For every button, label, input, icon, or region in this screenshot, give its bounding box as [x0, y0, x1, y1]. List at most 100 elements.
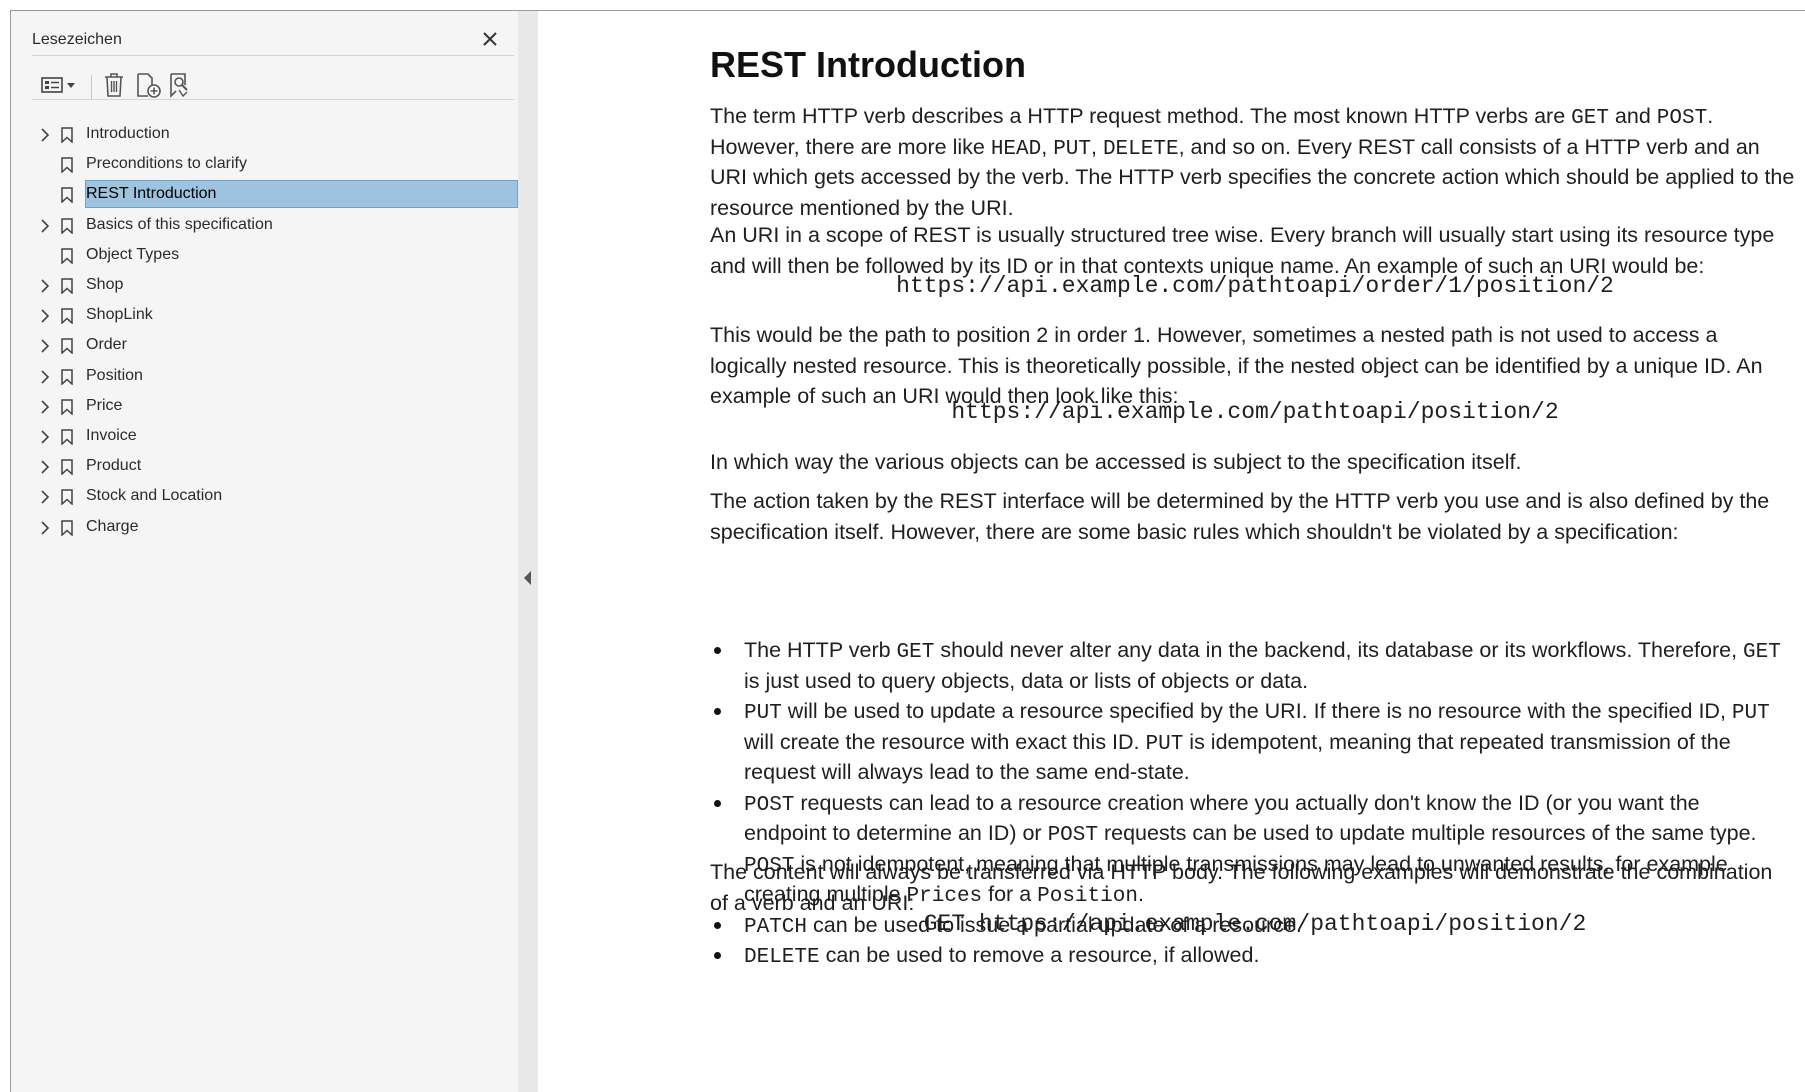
- text-run: The term HTTP verb describes a HTTP requ…: [710, 104, 1572, 128]
- text-run: endpoint to determine an ID) or: [744, 821, 1048, 845]
- chevron-right-icon[interactable]: [39, 219, 51, 233]
- bookmark-icon: [61, 278, 73, 294]
- bookmark-label: Product: [86, 457, 142, 475]
- inline-code: GET: [896, 641, 935, 664]
- list-item: DELETE can be used to remove a resource,…: [710, 940, 1800, 971]
- text-line: endpoint to determine an ID) or POST req…: [744, 818, 1800, 849]
- bookmark-icon: [61, 187, 73, 204]
- pdf-viewer-window: Lesezeichen Introduction Preconditions t…: [0, 0, 1805, 1092]
- bookmark-item[interactable]: ShopLink: [11, 300, 518, 330]
- paragraph-examples: The content will always be transferred v…: [710, 857, 1800, 918]
- list-item: The HTTP verb GET should never alter any…: [710, 635, 1800, 696]
- text-line: request will always lead to the same end…: [744, 757, 1800, 788]
- chevron-right-icon[interactable]: [39, 521, 51, 535]
- bullet-icon: [714, 708, 721, 715]
- text-line: The content will always be transferred v…: [710, 857, 1800, 888]
- bookmark-icon: [61, 217, 73, 234]
- bullet-icon: [714, 799, 721, 807]
- inline-code: HEAD: [990, 137, 1042, 161]
- chevron-right-icon[interactable]: [39, 460, 51, 474]
- text-line: This would be the path to position 2 in …: [710, 320, 1800, 351]
- bookmark-icon: [61, 308, 73, 325]
- bookmark-item[interactable]: Product: [11, 451, 518, 481]
- chevron-right-icon[interactable]: [39, 370, 51, 384]
- inline-code: POST: [1047, 824, 1098, 847]
- new-bookmark-icon: [137, 73, 161, 98]
- bookmark-item[interactable]: Invoice: [11, 421, 518, 451]
- text-run: This would be the path to position 2 in …: [710, 323, 1718, 347]
- text-run: ,: [1091, 134, 1103, 159]
- bookmark-item[interactable]: Stock and Location: [11, 481, 518, 511]
- bookmark-icon: [61, 368, 73, 385]
- bookmark-label: Shop: [86, 276, 124, 293]
- text-run: An URI in a scope of REST is usually str…: [710, 223, 1775, 247]
- options-menu-button[interactable]: [39, 72, 79, 98]
- bookmark-item[interactable]: Order: [11, 330, 518, 360]
- bookmark-item[interactable]: Charge: [11, 512, 518, 542]
- text-run: The action taken by the REST interface w…: [710, 489, 1770, 513]
- text-line: DELETE can be used to remove a resource,…: [744, 940, 1800, 971]
- example-url-nested: https://api.example.com/pathtoapi/order/…: [896, 273, 1614, 299]
- find-bookmark-icon: [170, 73, 188, 98]
- inline-code: POST: [744, 793, 795, 817]
- list-item: PUT will be used to update a resource sp…: [710, 696, 1800, 788]
- inline-code: PUT: [1731, 702, 1770, 725]
- document-view[interactable]: REST Introduction The term HTTP verb des…: [538, 11, 1805, 1092]
- bookmark-item[interactable]: Shop: [11, 270, 518, 300]
- bookmarks-panel: Lesezeichen Introduction Preconditions t…: [11, 11, 518, 1092]
- collapse-panel-icon[interactable]: [524, 571, 531, 585]
- delete-bookmark-button[interactable]: [101, 72, 127, 98]
- bookmark-item[interactable]: Price: [11, 391, 518, 421]
- bookmark-icon: [61, 248, 73, 264]
- bookmark-item[interactable]: Preconditions to clarify: [11, 149, 518, 179]
- delete-icon: [105, 73, 123, 97]
- bookmark-icon: [61, 127, 73, 143]
- bookmark-label: Charge: [86, 517, 139, 535]
- chevron-right-icon[interactable]: [39, 279, 51, 293]
- bookmark-item[interactable]: REST Introduction: [11, 179, 518, 209]
- text-line: specification itself. However, there are…: [710, 517, 1800, 548]
- text-run: specification itself. However, there are…: [710, 519, 1679, 544]
- paragraph-rules-intro: The action taken by the REST interface w…: [710, 486, 1800, 547]
- inline-code: PUT: [1053, 137, 1091, 161]
- bookmark-icon: [61, 519, 73, 536]
- new-bookmark-button[interactable]: [134, 72, 162, 98]
- text-run: should never alter any data in the backe…: [934, 638, 1744, 662]
- bookmark-icon: [61, 157, 73, 174]
- bookmark-label: Stock and Location: [86, 487, 223, 505]
- bookmark-label: Invoice: [86, 427, 137, 444]
- bookmark-icon: [61, 338, 73, 355]
- text-line: PUT will be used to update a resource sp…: [744, 696, 1800, 727]
- text-run: can be used to remove a resource, if all…: [819, 943, 1260, 967]
- text-run: requests can lead to a resource creation…: [794, 790, 1700, 815]
- text-run: However, there are more like: [710, 134, 991, 159]
- text-run: is idempotent, meaning that repeated tra…: [1183, 729, 1731, 754]
- bookmark-item[interactable]: Position: [11, 361, 518, 391]
- panel-splitter[interactable]: [518, 11, 538, 1092]
- find-current-bookmark-button[interactable]: [166, 72, 194, 98]
- bookmark-icon: [61, 429, 73, 445]
- bookmark-item[interactable]: Basics of this specification: [11, 210, 518, 240]
- paragraph-access: In which way the various objects can be …: [710, 447, 1800, 478]
- inline-code: GET: [1743, 641, 1781, 664]
- text-run: ,: [1041, 134, 1054, 159]
- chevron-right-icon[interactable]: [39, 309, 51, 323]
- example-url-direct: https://api.example.com/pathtoapi/positi…: [951, 399, 1559, 425]
- chevron-right-icon[interactable]: [39, 339, 51, 353]
- chevron-right-icon[interactable]: [39, 128, 51, 142]
- chevron-right-icon[interactable]: [39, 400, 51, 414]
- text-line: The term HTTP verb describes a HTTP requ…: [710, 101, 1800, 132]
- bookmark-item[interactable]: Object Types: [11, 240, 518, 270]
- bookmark-label: Object Types: [86, 245, 180, 263]
- paragraph-uri-structure: An URI in a scope of REST is usually str…: [710, 220, 1800, 281]
- text-run: will be used to update a resource specif…: [781, 699, 1732, 723]
- text-run: , and so on. Every REST call consists of…: [1178, 134, 1760, 159]
- toolbar-divider-bottom: [32, 99, 514, 100]
- panel-title: Lesezeichen: [32, 31, 122, 48]
- text-line: However, there are more like HEAD, PUT , …: [710, 132, 1800, 163]
- chevron-right-icon[interactable]: [39, 490, 51, 504]
- close-panel-button[interactable]: [477, 26, 503, 52]
- bookmark-label: Position: [86, 366, 143, 384]
- chevron-right-icon[interactable]: [39, 430, 51, 444]
- bookmark-item[interactable]: Introduction: [11, 119, 518, 149]
